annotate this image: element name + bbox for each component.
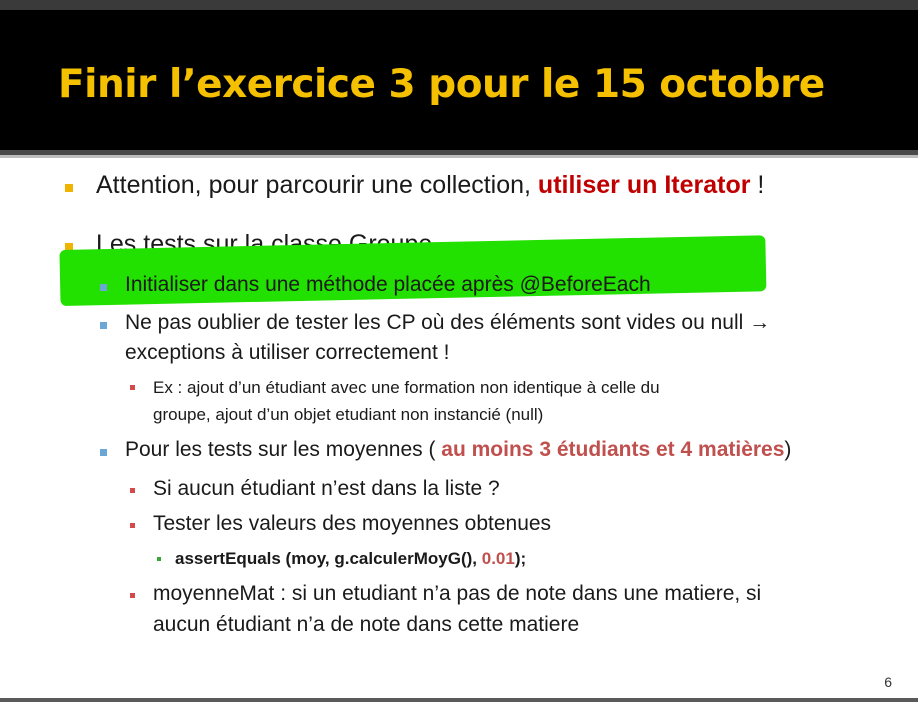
bullet-iterator-tail: ! [750, 171, 765, 199]
bottom-border [0, 698, 918, 702]
page-number: 6 [884, 674, 892, 690]
bullet-initialiser: Initialiser dans une méthode placée aprè… [125, 273, 651, 296]
top-bar [0, 0, 918, 10]
bullet-moyennes-text: Pour les tests sur les moyennes ( [125, 438, 442, 461]
bullet-moyennes-tail: ) [784, 438, 792, 461]
bullet-moyennes-emphasis: au moins 3 étudiants et 4 matières [441, 438, 785, 461]
code-assert-pre: assertEquals (moy, g.calculerMoyG(), [175, 549, 482, 568]
bullet-iterator: Attention, pour parcourir une collection… [96, 171, 764, 200]
bullet-square-icon [157, 557, 161, 561]
bullet-exemple-line2: groupe, ajout d’un objet etudiant non in… [153, 405, 544, 424]
bullet-aucun-etudiant: Si aucun étudiant n’est dans la liste ? [153, 477, 500, 500]
slide-title: Finir l’exercice 3 pour le 15 octobre [58, 62, 825, 107]
bullet-tester-valeurs: Tester les valeurs des moyennes obtenues [153, 512, 552, 535]
bullet-exemple-line1: Ex : ajout d’un étudiant avec une format… [153, 378, 660, 397]
bullet-square-icon [65, 184, 73, 192]
code-assert-post: ); [514, 549, 527, 568]
bullet-square-icon [130, 593, 135, 598]
bullet-iterator-text: Attention, pour parcourir une collection… [96, 171, 538, 199]
bullet-moyenne-mat-line2: aucun étudiant n’a de note dans cette ma… [153, 613, 580, 636]
bullet-cp-vides-line2: exceptions à utiliser correctement ! [125, 341, 450, 364]
code-assert-equals: assertEquals (moy, g.calculerMoyG(), 0.0… [175, 549, 526, 569]
bullet-moyennes: Pour les tests sur les moyennes ( au moi… [125, 438, 791, 462]
bullet-square-icon [130, 385, 135, 390]
bullet-square-icon [130, 488, 135, 493]
bullet-iterator-emphasis: utiliser un Iterator [537, 171, 751, 199]
header-divider-light [0, 155, 918, 158]
bullet-square-icon [100, 322, 107, 329]
bullet-square-icon [130, 523, 135, 528]
bullet-square-icon [100, 284, 107, 291]
bullet-moyenne-mat-line1: moyenneMat : si un etudiant n’a pas de n… [153, 582, 762, 605]
code-assert-delta: 0.01 [481, 549, 515, 568]
bullet-square-icon [100, 449, 107, 456]
bullet-cp-vides-line1: Ne pas oublier de tester les CP où des é… [125, 311, 771, 334]
